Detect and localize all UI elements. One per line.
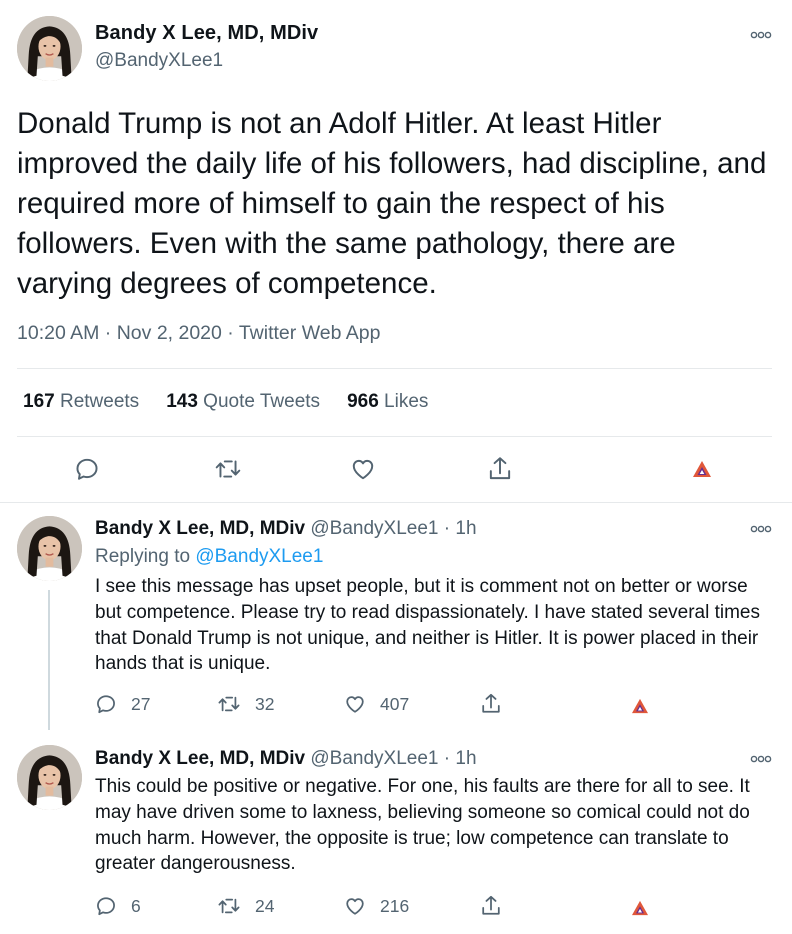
share-icon (482, 895, 500, 915)
retweets-stat[interactable]: 167 Retweets (23, 391, 139, 413)
avatar[interactable] (17, 516, 82, 581)
display-name[interactable]: Bandy X Lee, MD, MDiv (95, 22, 318, 45)
like-count: 407 (380, 693, 410, 714)
retweet-icon (218, 696, 240, 712)
reply-button[interactable]: 27 (95, 693, 150, 715)
reply-count: 6 (131, 895, 141, 916)
reply-text: I see this message has upset people, but… (95, 576, 760, 675)
thread-line (48, 590, 50, 730)
divider (17, 368, 772, 369)
reply-header: Bandy X Lee, MD, MDiv @BandyXLee1 · 1h (95, 518, 477, 540)
share-button[interactable] (480, 894, 502, 918)
user-handle[interactable]: @BandyXLee1 · 1h (310, 748, 476, 769)
like-button[interactable]: 407 (344, 693, 409, 715)
reply-button[interactable] (74, 456, 100, 482)
retweet-count: 32 (255, 693, 275, 714)
reply-icon (76, 458, 98, 480)
share-icon (482, 693, 500, 713)
divider (0, 502, 792, 503)
share-button[interactable] (480, 692, 502, 716)
more-icon[interactable] (750, 754, 772, 764)
retweet-button[interactable] (214, 456, 242, 482)
like-count: 216 (380, 895, 410, 916)
avatar[interactable] (17, 745, 82, 810)
reply-header: Bandy X Lee, MD, MDiv @BandyXLee1 · 1h (95, 748, 477, 770)
user-handle[interactable]: @BandyXLee1 · 1h (310, 518, 476, 539)
more-icon[interactable] (750, 524, 772, 534)
brave-tip-button[interactable] (692, 460, 712, 478)
likes-stat[interactable]: 966 Likes (347, 391, 428, 413)
brave-tip-button[interactable] (631, 698, 649, 714)
reply-icon (97, 695, 115, 714)
like-icon (352, 459, 374, 480)
share-button[interactable] (487, 455, 513, 483)
reply-button[interactable]: 6 (95, 895, 141, 917)
like-button[interactable]: 216 (344, 895, 409, 917)
reply-text: This could be positive or negative. For … (95, 776, 750, 875)
brave-tip-icon (693, 461, 711, 477)
retweet-button[interactable]: 32 (217, 693, 274, 715)
share-icon (489, 457, 511, 480)
more-icon[interactable] (750, 30, 772, 40)
display-name[interactable]: Bandy X Lee, MD, MDiv (95, 518, 305, 539)
retweet-button[interactable]: 24 (217, 895, 274, 917)
retweet-count: 24 (255, 895, 275, 916)
like-button[interactable] (350, 456, 376, 482)
reply-count: 27 (131, 693, 151, 714)
quote-tweets-stat[interactable]: 143 Quote Tweets (166, 391, 320, 413)
brave-tip-icon (632, 900, 648, 916)
divider (17, 436, 772, 437)
like-icon (346, 696, 364, 713)
like-icon (346, 898, 364, 915)
brave-tip-button[interactable] (631, 900, 649, 916)
reply-icon (97, 897, 115, 916)
brave-tip-icon (632, 698, 648, 714)
display-name[interactable]: Bandy X Lee, MD, MDiv (95, 748, 305, 769)
avatar[interactable] (17, 16, 82, 81)
retweet-icon (215, 460, 241, 478)
tweet-stats: 167 Retweets 143 Quote Tweets 966 Likes (23, 391, 455, 413)
tweet-timestamp[interactable]: 10:20 AM · Nov 2, 2020 · Twitter Web App (17, 322, 380, 345)
retweet-icon (218, 898, 240, 914)
tweet-text: Donald Trump is not an Adolf Hitler. At … (17, 107, 767, 300)
user-handle[interactable]: @BandyXLee1 (95, 50, 223, 72)
replying-to-link[interactable]: @BandyXLee1 (195, 546, 323, 567)
replying-to: Replying to @BandyXLee1 (95, 546, 324, 567)
